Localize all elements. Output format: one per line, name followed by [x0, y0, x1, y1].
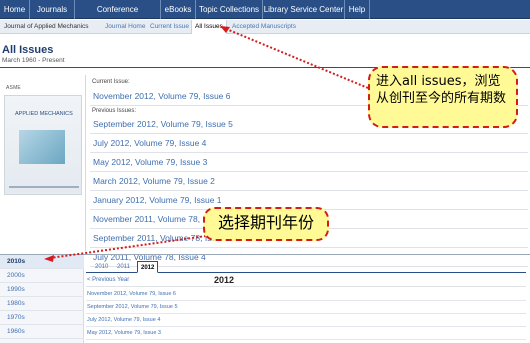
subnav-journal-home[interactable]: Journal Home	[105, 20, 145, 34]
decade-2010s[interactable]: 2010s	[0, 255, 84, 269]
decade-selector: 2010s 2000s 1990s 1980s 1970s 1960s	[0, 255, 84, 343]
nav-tab-home[interactable]: Home	[0, 0, 30, 19]
decade-1970s[interactable]: 1970s	[0, 311, 84, 325]
top-nav: Home Journals Conference Proceedings eBo…	[0, 0, 530, 33]
nav-tab-journals[interactable]: Journals	[30, 0, 75, 19]
page-subtitle: March 1960 - Present	[2, 57, 65, 64]
current-issue-link[interactable]: November 2012, Volume 79, Issue 6	[93, 91, 231, 101]
year-issue-link[interactable]: November 2012, Volume 79, Issue 6	[87, 291, 176, 297]
subnav-journal-name[interactable]: Journal of Applied Mechanics	[4, 20, 89, 34]
journal-cover-image[interactable]: APPLIED MECHANICS	[4, 95, 82, 195]
cover-column: ASME APPLIED MECHANICS	[2, 75, 86, 251]
issue-link[interactable]: January 2012, Volume 79, Issue 1	[93, 195, 222, 205]
subnav-accepted-manuscripts[interactable]: Accepted Manuscripts	[232, 20, 296, 34]
year-issue-row[interactable]: July 2012, Volume 79, Issue 4	[86, 315, 526, 327]
issue-link[interactable]: September 2012, Volume 79, Issue 5	[93, 119, 233, 129]
year-tab-2011[interactable]: 2011	[114, 261, 133, 273]
year-issue-link[interactable]: May 2012, Volume 79, Issue 3	[87, 330, 161, 336]
year-issue-row[interactable]: November 2012, Volume 79, Issue 6	[86, 289, 526, 301]
cover-art	[19, 130, 65, 164]
year-issue-row[interactable]: May 2012, Volume 79, Issue 3	[86, 328, 526, 340]
arrow-to-all-issues	[223, 27, 369, 89]
issue-row[interactable]: July 2012, Volume 79, Issue 4	[90, 135, 528, 153]
subnav-current-issue[interactable]: Current Issue	[150, 20, 189, 34]
nav-tab-library-service-center[interactable]: Library Service Center	[263, 0, 345, 19]
year-tab-2012[interactable]: 2012	[137, 261, 159, 273]
year-issue-row[interactable]: September 2012, Volume 79, Issue 5	[86, 302, 526, 314]
nav-tab-help[interactable]: Help	[345, 0, 370, 19]
previous-issues-label: Previous Issues:	[92, 108, 137, 114]
subnav-all-issues[interactable]: All Issues	[191, 20, 227, 34]
decade-1990s[interactable]: 1990s	[0, 283, 84, 297]
decade-1960s[interactable]: 1960s	[0, 325, 84, 339]
issue-link[interactable]: March 2012, Volume 79, Issue 2	[93, 176, 215, 186]
nav-tab-topic-collections[interactable]: Topic Collections	[196, 0, 263, 19]
issue-row[interactable]: March 2012, Volume 79, Issue 2	[90, 173, 528, 191]
asme-logo: ASME	[6, 85, 21, 91]
issue-link[interactable]: May 2012, Volume 79, Issue 3	[93, 157, 207, 167]
year-heading: 2012	[214, 275, 235, 285]
nav-tab-conference-proceedings[interactable]: Conference Proceedings	[75, 0, 161, 33]
annotation-callout-all-issues: 进入all issues，浏览从创刊至今的所有期数	[368, 66, 518, 128]
year-tab-2010[interactable]: 2010	[92, 261, 111, 273]
nav-tab-ebooks[interactable]: eBooks	[161, 0, 196, 19]
year-tabs: 2010 2011 2012	[86, 259, 526, 273]
page-title: All Issues	[2, 44, 54, 56]
issue-link[interactable]: July 2012, Volume 79, Issue 4	[93, 138, 206, 148]
year-issue-link[interactable]: September 2012, Volume 79, Issue 5	[87, 304, 178, 310]
issue-row[interactable]: May 2012, Volume 79, Issue 3	[90, 154, 528, 172]
journal-sub-nav: Journal of Applied Mechanics Journal Hom…	[0, 20, 530, 34]
decade-2000s[interactable]: 2000s	[0, 269, 84, 283]
cover-footer-bar	[9, 186, 79, 188]
decade-1980s[interactable]: 1980s	[0, 297, 84, 311]
previous-year-link[interactable]: < Previous Year	[87, 277, 129, 283]
previous-year-row: < Previous Year 2012	[86, 275, 526, 287]
cover-journal-title: APPLIED MECHANICS	[15, 111, 73, 117]
current-issue-label: Current Issue:	[92, 79, 130, 85]
annotation-callout-select-year: 选择期刊年份	[203, 207, 329, 241]
year-issue-link[interactable]: July 2012, Volume 79, Issue 4	[87, 317, 160, 323]
